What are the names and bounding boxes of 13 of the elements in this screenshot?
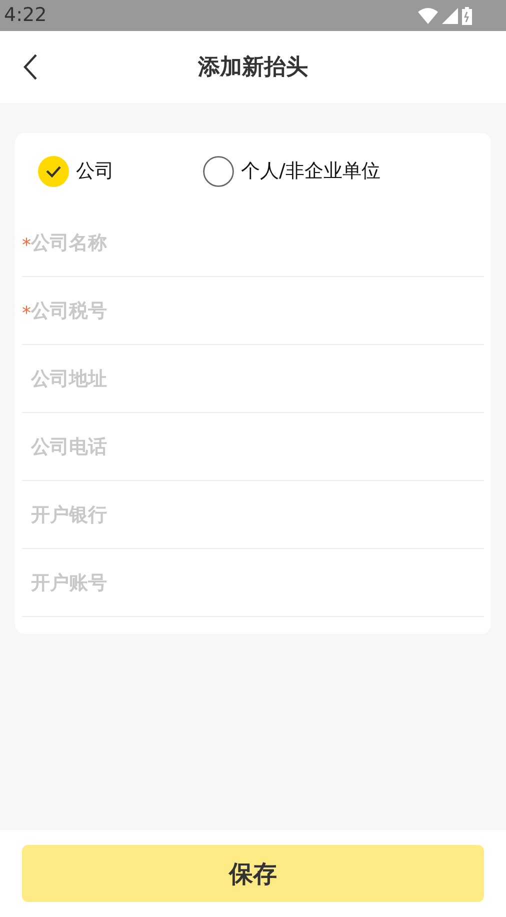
radio-circle-icon bbox=[203, 156, 234, 186]
page-title: 添加新抬头 bbox=[198, 54, 308, 82]
save-button[interactable]: 保存 bbox=[22, 845, 484, 902]
checked-radio-icon bbox=[38, 156, 69, 186]
required-asterisk: * bbox=[22, 234, 31, 254]
invoice-type-radio[interactable]: 公司 bbox=[38, 156, 203, 186]
required-asterisk: * bbox=[22, 302, 31, 322]
battery-icon bbox=[462, 6, 472, 24]
invoice-type-radio[interactable]: 个人/非企业单位 bbox=[203, 156, 380, 186]
back-icon bbox=[22, 53, 38, 81]
signal-icon bbox=[442, 8, 458, 24]
status-time: 4:22 bbox=[4, 3, 47, 28]
wifi-icon bbox=[418, 8, 438, 24]
